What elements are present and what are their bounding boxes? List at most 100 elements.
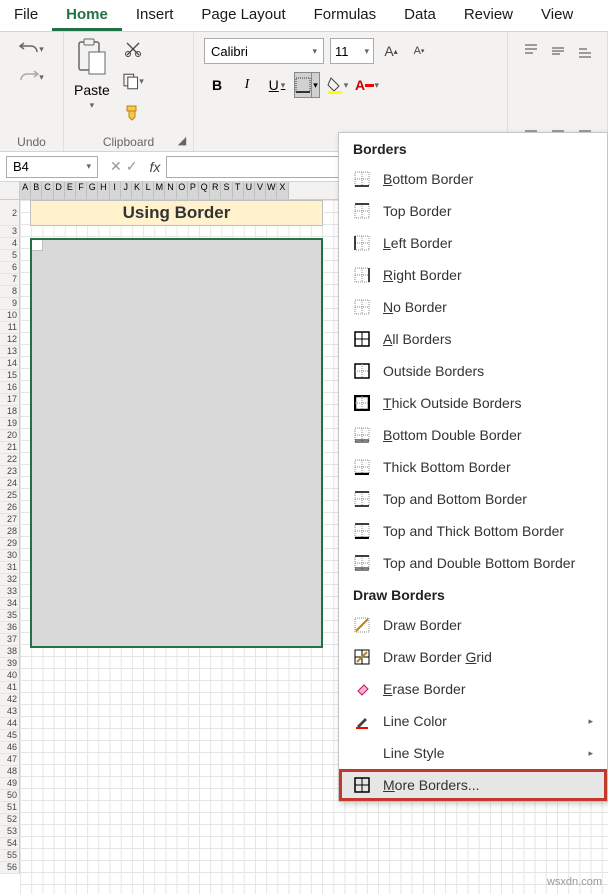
row-header[interactable]: 15 <box>0 370 20 382</box>
tab-insert[interactable]: Insert <box>122 0 188 31</box>
menu-item-more[interactable]: More Borders... <box>339 769 607 801</box>
row-header[interactable]: 47 <box>0 754 20 766</box>
row-header[interactable]: 53 <box>0 826 20 838</box>
enter-formula-icon[interactable]: ✓ <box>126 158 138 175</box>
row-header[interactable]: 17 <box>0 394 20 406</box>
row-header[interactable]: 42 <box>0 694 20 706</box>
menu-item-thick-bottom[interactable]: Thick Bottom Border <box>339 451 607 483</box>
tab-file[interactable]: File <box>0 0 52 31</box>
italic-button[interactable]: I <box>234 72 260 98</box>
column-header[interactable]: E <box>65 182 76 199</box>
increase-font-icon[interactable]: A▴ <box>380 40 402 62</box>
row-header[interactable]: 28 <box>0 526 20 538</box>
redo-button[interactable]: ▾ <box>18 66 46 88</box>
column-header[interactable]: P <box>188 182 199 199</box>
menu-item-outside[interactable]: Outside Borders <box>339 355 607 387</box>
borders-button[interactable]: ▾ <box>294 72 320 98</box>
row-header[interactable]: 22 <box>0 454 20 466</box>
select-all-button[interactable] <box>0 182 20 199</box>
menu-item-none[interactable]: No Border <box>339 291 607 323</box>
column-header[interactable]: R <box>210 182 221 199</box>
selected-range[interactable] <box>30 238 323 648</box>
row-header[interactable]: 10 <box>0 310 20 322</box>
row-header[interactable]: 52 <box>0 814 20 826</box>
align-bottom-icon[interactable] <box>572 38 597 64</box>
column-header[interactable]: S <box>221 182 232 199</box>
menu-item-draw-grid[interactable]: Draw Border Grid <box>339 641 607 673</box>
row-header[interactable]: 50 <box>0 790 20 802</box>
row-header[interactable]: 40 <box>0 670 20 682</box>
menu-item-top-and-bottom[interactable]: Top and Bottom Border <box>339 483 607 515</box>
copy-button[interactable]: ▾ <box>122 70 144 92</box>
menu-item-all[interactable]: All Borders <box>339 323 607 355</box>
menu-item-top-thick-bottom[interactable]: Top and Thick Bottom Border <box>339 515 607 547</box>
column-header[interactable]: V <box>255 182 266 199</box>
column-header[interactable]: U <box>244 182 255 199</box>
tab-view[interactable]: View <box>527 0 587 31</box>
column-header[interactable]: C <box>42 182 53 199</box>
column-header[interactable]: L <box>143 182 154 199</box>
row-header[interactable]: 9 <box>0 298 20 310</box>
column-header[interactable]: T <box>233 182 244 199</box>
row-header[interactable]: 36 <box>0 622 20 634</box>
menu-item-bottom[interactable]: Bottom Border <box>339 163 607 195</box>
column-header[interactable]: K <box>132 182 143 199</box>
row-header[interactable]: 39 <box>0 658 20 670</box>
column-header[interactable]: O <box>177 182 188 199</box>
row-header[interactable]: 43 <box>0 706 20 718</box>
row-header[interactable]: 16 <box>0 382 20 394</box>
row-header[interactable]: 19 <box>0 418 20 430</box>
row-header[interactable]: 11 <box>0 322 20 334</box>
column-header[interactable]: W <box>266 182 277 199</box>
column-header[interactable]: G <box>87 182 98 199</box>
row-header[interactable]: 37 <box>0 634 20 646</box>
align-top-icon[interactable] <box>518 38 543 64</box>
column-header[interactable]: H <box>98 182 109 199</box>
menu-item-bottom-double[interactable]: Bottom Double Border <box>339 419 607 451</box>
row-header[interactable]: 2 <box>0 200 20 226</box>
row-header[interactable]: 31 <box>0 562 20 574</box>
row-header[interactable]: 13 <box>0 346 20 358</box>
menu-item-erase[interactable]: Erase Border <box>339 673 607 705</box>
tab-data[interactable]: Data <box>390 0 450 31</box>
row-header[interactable]: 5 <box>0 250 20 262</box>
font-name-select[interactable]: Calibri▾ <box>204 38 324 64</box>
column-header[interactable]: X <box>277 182 288 199</box>
clipboard-dialog-launcher[interactable]: ◢ <box>175 133 189 147</box>
row-header[interactable]: 27 <box>0 514 20 526</box>
name-box[interactable]: B4▾ <box>6 156 98 178</box>
row-header[interactable]: 44 <box>0 718 20 730</box>
row-header[interactable]: 4 <box>0 238 20 250</box>
borders-dropdown-icon[interactable]: ▾ <box>311 73 319 97</box>
row-header[interactable]: 23 <box>0 466 20 478</box>
menu-item-top-double-bottom[interactable]: Top and Double Bottom Border <box>339 547 607 579</box>
fx-icon[interactable]: fx <box>143 159 166 175</box>
format-painter-button[interactable] <box>122 102 144 124</box>
column-header[interactable]: I <box>110 182 121 199</box>
decrease-font-icon[interactable]: A▾ <box>408 40 430 62</box>
tab-formulas[interactable]: Formulas <box>300 0 391 31</box>
column-header[interactable]: N <box>165 182 176 199</box>
row-header[interactable]: 35 <box>0 610 20 622</box>
row-header[interactable]: 24 <box>0 478 20 490</box>
row-header[interactable]: 30 <box>0 550 20 562</box>
row-header[interactable]: 8 <box>0 286 20 298</box>
undo-button[interactable]: ▾ <box>18 38 46 60</box>
fill-color-button[interactable]: ▾ <box>324 72 350 98</box>
row-header[interactable]: 18 <box>0 406 20 418</box>
menu-item-draw[interactable]: Draw Border <box>339 609 607 641</box>
row-header[interactable]: 54 <box>0 838 20 850</box>
row-header[interactable]: 48 <box>0 766 20 778</box>
column-header[interactable]: M <box>154 182 165 199</box>
row-header[interactable]: 34 <box>0 598 20 610</box>
bold-button[interactable]: B <box>204 72 230 98</box>
column-header[interactable]: F <box>76 182 87 199</box>
paste-button[interactable]: Paste▾ <box>74 38 110 124</box>
column-header[interactable]: A <box>20 182 31 199</box>
row-header[interactable]: 56 <box>0 862 20 874</box>
row-header[interactable]: 14 <box>0 358 20 370</box>
cancel-formula-icon[interactable]: ✕ <box>110 158 122 175</box>
row-header[interactable]: 26 <box>0 502 20 514</box>
menu-item-left[interactable]: Left Border <box>339 227 607 259</box>
column-header[interactable]: B <box>31 182 42 199</box>
